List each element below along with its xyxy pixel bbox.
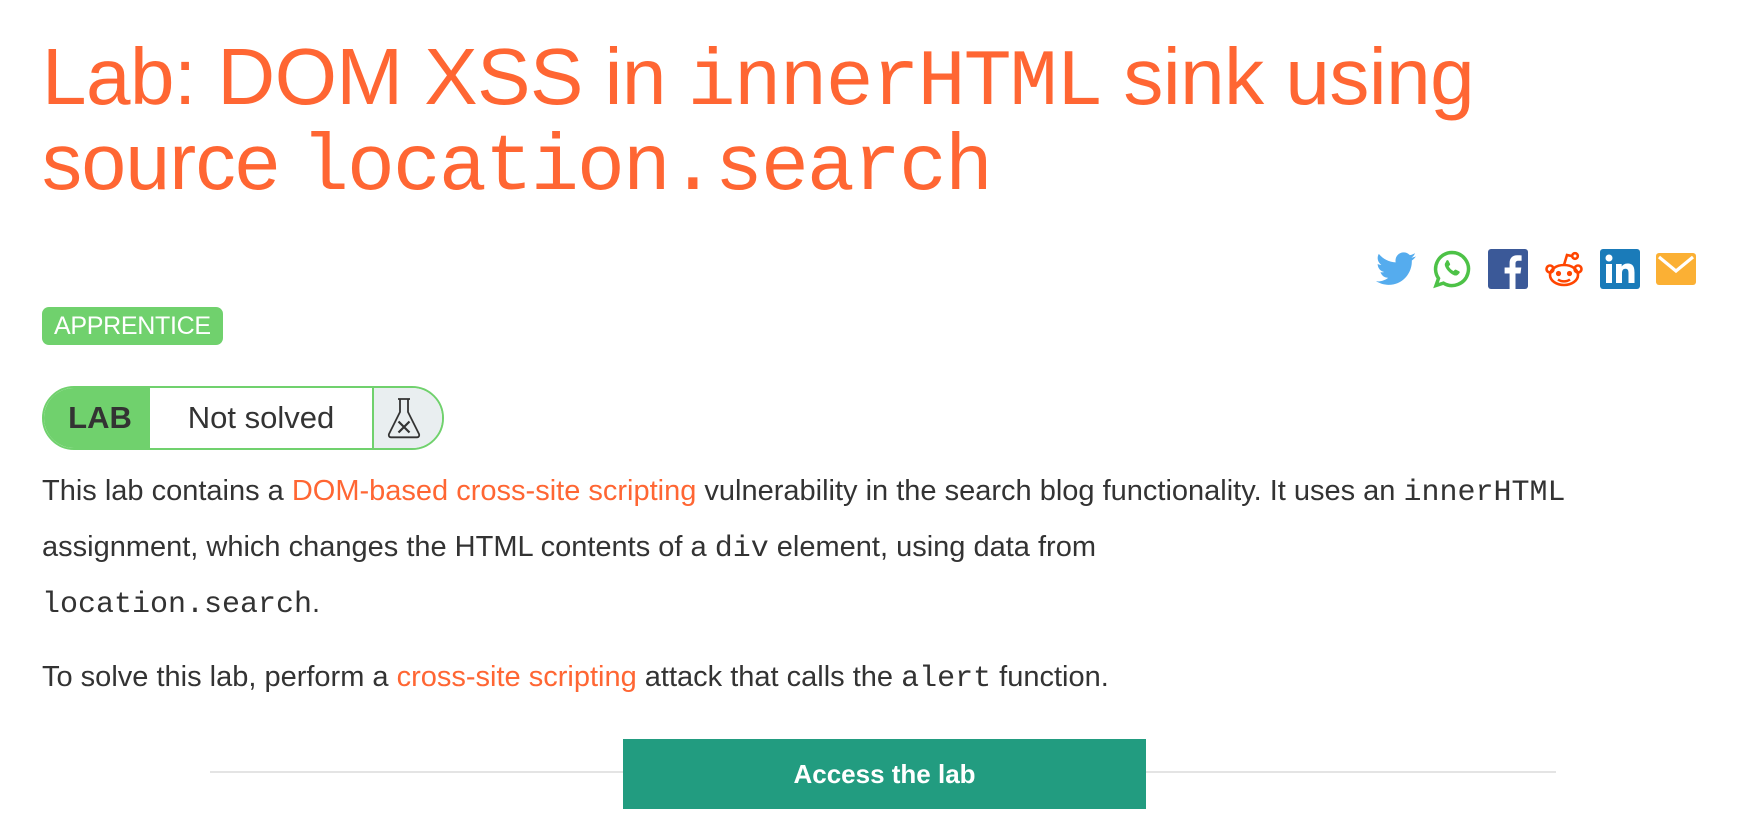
code-innerhtml: innerHTML [1403, 476, 1566, 510]
code-div: div [714, 532, 769, 566]
lab-goal: To solve this lab, perform a cross-site … [42, 650, 1602, 706]
lab-status-text: Not solved [150, 388, 374, 448]
description-text: element, using data from [768, 531, 1096, 563]
title-code-innerhtml: innerHTML [687, 38, 1104, 129]
share-email-link[interactable] [1656, 249, 1696, 289]
share-whatsapp-link[interactable] [1432, 249, 1472, 289]
share-linkedin-link[interactable] [1600, 249, 1640, 289]
access-lab-button[interactable]: Access the lab [623, 739, 1146, 809]
xss-link[interactable]: cross-site scripting [397, 661, 637, 693]
dom-xss-link[interactable]: DOM-based cross-site scripting [292, 475, 697, 507]
flask-x-icon [387, 398, 421, 439]
twitter-icon [1376, 252, 1416, 285]
page-title: Lab: DOM XSS in innerHTML sink using sou… [42, 37, 1602, 209]
share-links [1376, 248, 1712, 290]
title-code-location-search: location.search [300, 123, 993, 214]
description-text: . [312, 587, 321, 619]
linkedin-icon [1600, 249, 1640, 289]
lab-description: This lab contains a DOM-based cross-site… [42, 464, 1602, 632]
email-icon [1656, 253, 1696, 285]
share-twitter-link[interactable] [1376, 249, 1416, 289]
code-location-search: location.search [42, 588, 313, 622]
goal-text: function. [991, 661, 1109, 693]
whatsapp-icon [1433, 250, 1471, 289]
share-facebook-link[interactable] [1488, 249, 1528, 289]
share-reddit-link[interactable] [1544, 249, 1584, 289]
lab-status-widget: LAB Not solved [42, 386, 444, 450]
title-text: Lab: DOM XSS in [42, 32, 688, 121]
lab-status-icon-box [374, 388, 442, 448]
facebook-icon [1488, 249, 1528, 289]
description-text: assignment, which changes the HTML conte… [42, 531, 715, 563]
code-alert: alert [901, 662, 992, 696]
goal-text: To solve this lab, perform a [42, 661, 397, 693]
reddit-icon [1545, 251, 1583, 287]
goal-text: attack that calls the [636, 661, 902, 693]
description-text: This lab contains a [42, 475, 292, 507]
level-badge: APPRENTICE [42, 307, 223, 345]
lab-label: LAB [44, 388, 150, 448]
description-text: vulnerability in the search blog functio… [696, 475, 1404, 507]
